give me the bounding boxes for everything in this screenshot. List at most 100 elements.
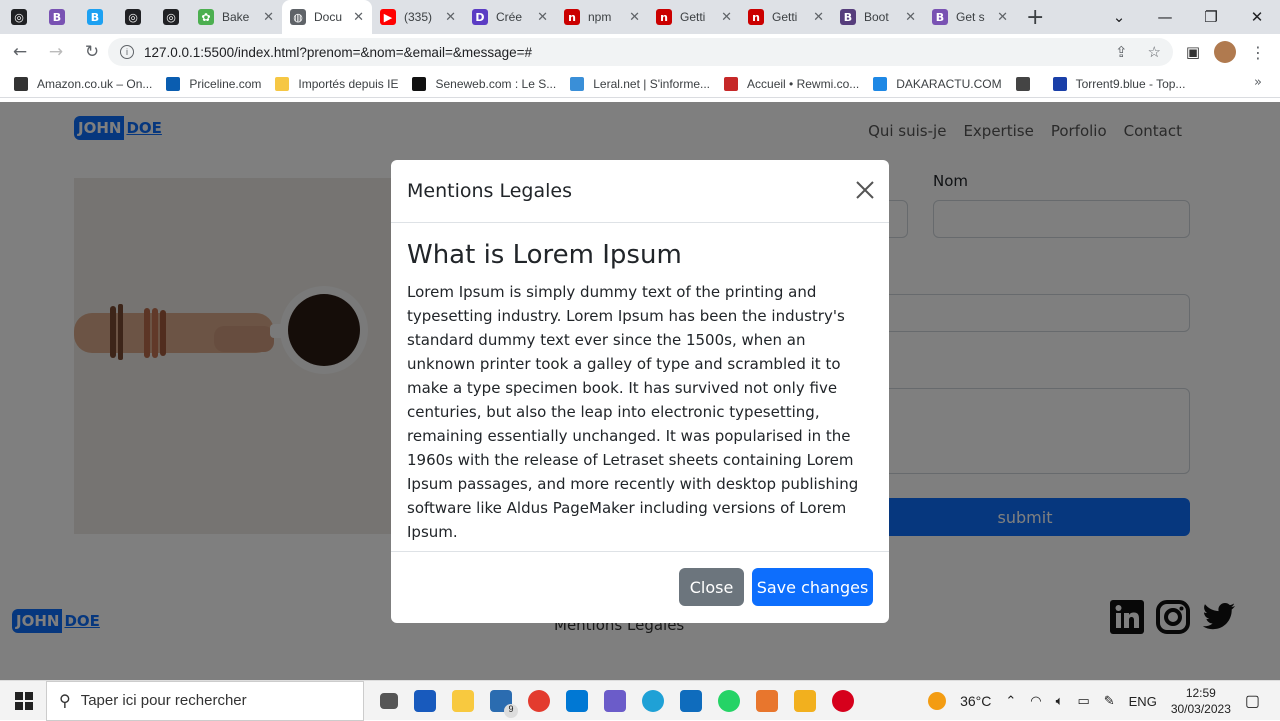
browser-tab[interactable]: ◍ Docu ✕: [282, 0, 372, 34]
browser-tab[interactable]: n Getti ✕: [740, 0, 832, 34]
tab-close-icon[interactable]: ✕: [537, 10, 548, 25]
tab-close-icon[interactable]: ✕: [445, 10, 456, 25]
new-tab-icon[interactable]: +: [1026, 5, 1044, 30]
site-info-icon[interactable]: i: [120, 45, 134, 59]
close-window-icon[interactable]: ✕: [1234, 8, 1280, 26]
sublime-icon[interactable]: [756, 689, 778, 712]
save-changes-button[interactable]: Save changes: [752, 568, 873, 606]
browser-tab[interactable]: ✿ Bake ✕: [190, 0, 282, 34]
store-icon[interactable]: [680, 689, 702, 712]
pen-icon[interactable]: ✎: [1104, 693, 1115, 709]
window-controls: ⌄ — ❐ ✕: [1096, 0, 1280, 34]
whatsapp-icon[interactable]: [718, 689, 740, 712]
tab-close-icon[interactable]: ✕: [353, 10, 364, 25]
avatar[interactable]: [1214, 41, 1236, 63]
tab-close-icon[interactable]: ✕: [905, 10, 916, 25]
browser-tab[interactable]: ◎: [152, 0, 190, 34]
browser-tab[interactable]: ◎: [0, 0, 38, 34]
close-button[interactable]: Close: [679, 568, 744, 606]
back-icon[interactable]: ←: [4, 42, 36, 62]
bookmark-item[interactable]: Leral.net | S'informe...: [570, 76, 711, 91]
bookmark-item[interactable]: DAKARACTU.COM: [873, 76, 1002, 91]
bookmark-icon: [724, 76, 739, 91]
battery-icon[interactable]: ▭: [1077, 693, 1089, 709]
task-view-icon[interactable]: [380, 692, 398, 709]
tab-close-icon[interactable]: ✕: [997, 10, 1008, 25]
bookmark-icon: [412, 76, 427, 91]
clock[interactable]: 12:59 30/03/2023: [1171, 685, 1231, 717]
tab-close-icon[interactable]: ✕: [813, 10, 824, 25]
bookmark-icon: [14, 76, 28, 91]
temperature[interactable]: 36°C: [960, 693, 991, 709]
volume-icon[interactable]: 🔈︎: [1056, 693, 1064, 709]
close-icon[interactable]: [855, 180, 875, 200]
tab-label: npm: [588, 10, 612, 24]
menu-icon[interactable]: ⋮: [1250, 43, 1266, 62]
restore-icon[interactable]: ❐: [1188, 8, 1234, 26]
tab-close-icon[interactable]: ✕: [263, 10, 274, 25]
tab-favicon-icon: ◎: [163, 9, 179, 25]
browser-tab[interactable]: B: [76, 0, 114, 34]
browser-tab[interactable]: ▶ (335) ✕: [372, 0, 464, 34]
browser-tab[interactable]: B: [38, 0, 76, 34]
opera-icon[interactable]: [832, 689, 854, 712]
bookmark-icon: [1052, 76, 1067, 91]
modal-heading: What is Lorem Ipsum: [407, 240, 682, 270]
side-panel-icon[interactable]: ▣: [1186, 43, 1200, 61]
tab-favicon-icon: ▶: [380, 9, 396, 25]
bookmark-item[interactable]: Seneweb.com : Le S...: [412, 76, 557, 91]
bookmark-item[interactable]: Amazon.co.uk – On...: [14, 76, 153, 91]
url-input[interactable]: i 127.0.0.1:5500/index.html?prenom=&nom=…: [108, 38, 1173, 66]
taskbar-search-input[interactable]: ⚲ Taper ici pour rechercher: [46, 680, 364, 721]
browser-tab[interactable]: B Get s ✕: [924, 0, 1016, 34]
chrome-icon[interactable]: [528, 689, 550, 712]
notifications-icon[interactable]: ▢: [1245, 691, 1260, 711]
app-icon[interactable]: [604, 689, 626, 712]
bookmark-item[interactable]: Accueil • Rewmi.co...: [724, 76, 860, 91]
web-page: JOHN DOE Qui suis-jeExpertisePorfolioCon…: [0, 102, 1280, 680]
mail-icon[interactable]: 9: [490, 689, 518, 718]
bookmark-item[interactable]: Importés depuis IE: [275, 76, 398, 91]
address-bar: ← → ↻ i 127.0.0.1:5500/index.html?prenom…: [0, 34, 1280, 70]
mentions-legales-modal: Mentions Legales What is Lorem Ipsum Lor…: [391, 160, 889, 623]
word-icon[interactable]: [414, 689, 436, 712]
vscode-icon[interactable]: [566, 689, 588, 712]
bookmark-label: Leral.net | S'informe...: [593, 76, 711, 91]
tab-favicon-icon: D: [472, 9, 488, 25]
bookmark-item[interactable]: Torrent9.blue - Top...: [1052, 76, 1185, 91]
minimize-icon[interactable]: —: [1142, 8, 1188, 26]
tab-favicon-icon: B: [932, 9, 948, 25]
wifi-icon[interactable]: ◠: [1030, 693, 1041, 709]
modal-title: Mentions Legales: [407, 180, 572, 202]
tab-search-icon[interactable]: ⌄: [1096, 8, 1142, 26]
weather-icon[interactable]: [928, 692, 947, 710]
bookmark-label: Amazon.co.uk – On...: [37, 76, 153, 91]
browser-tab[interactable]: n npm ✕: [556, 0, 648, 34]
edge-icon[interactable]: [642, 689, 664, 712]
bookmark-label: DAKARACTU.COM: [896, 76, 1002, 91]
tab-label: Getti: [772, 10, 798, 24]
browser-tab[interactable]: D Crée ✕: [464, 0, 556, 34]
bookmark-item[interactable]: [1015, 76, 1039, 91]
tab-close-icon[interactable]: ✕: [629, 10, 640, 25]
browser-tab[interactable]: B Boot ✕: [832, 0, 924, 34]
browser-tab[interactable]: ◎: [114, 0, 152, 34]
tab-close-icon[interactable]: ✕: [721, 10, 732, 25]
file-explorer-icon[interactable]: [452, 689, 474, 712]
language-indicator[interactable]: ENG: [1129, 694, 1157, 709]
sourcetree-icon[interactable]: [794, 689, 816, 712]
taskbar-search-placeholder: Taper ici pour rechercher: [80, 692, 247, 709]
reload-icon[interactable]: ↻: [76, 42, 108, 62]
share-icon[interactable]: ⇪: [1115, 43, 1128, 61]
bookmark-label: Accueil • Rewmi.co...: [747, 76, 860, 91]
bookmark-star-icon[interactable]: ☆: [1148, 43, 1161, 61]
browser-tab[interactable]: n Getti ✕: [648, 0, 740, 34]
forward-icon[interactable]: →: [40, 42, 72, 62]
windows-start-icon[interactable]: [15, 692, 33, 710]
tab-favicon-icon: ◍: [290, 9, 306, 25]
bookmark-item[interactable]: Priceline.com: [166, 76, 261, 91]
tray-expand-icon[interactable]: ⌃: [1005, 693, 1016, 709]
tab-favicon-icon: n: [748, 9, 764, 25]
bookmark-label: Seneweb.com : Le S...: [435, 76, 557, 91]
bookmarks-overflow-icon[interactable]: »: [1254, 75, 1262, 90]
